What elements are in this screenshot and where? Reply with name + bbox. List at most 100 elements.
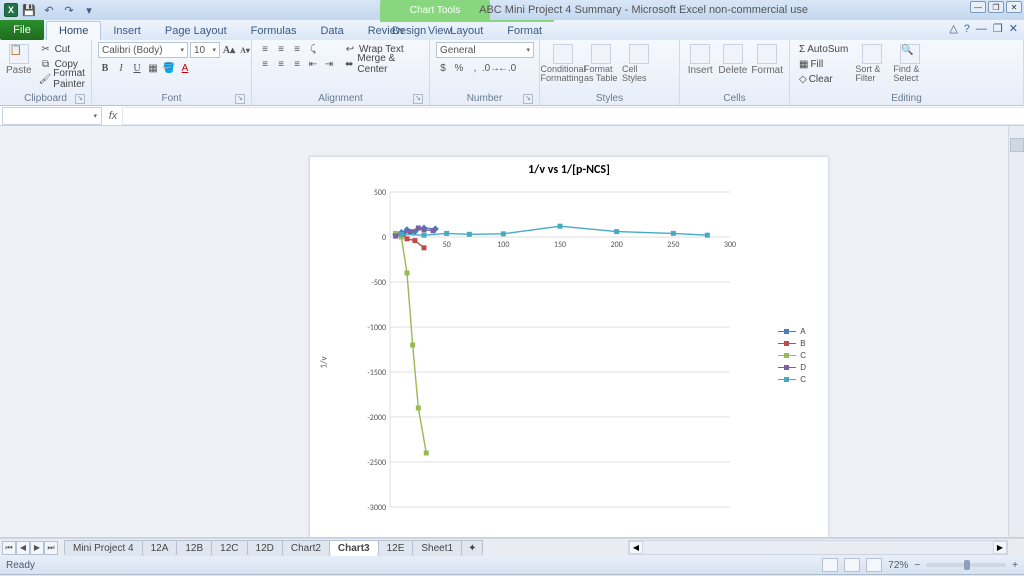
minimize-ribbon-icon[interactable]: △ [949,22,957,35]
horizontal-scrollbar[interactable]: ◀ ▶ [628,540,1008,555]
formula-input[interactable] [122,107,1024,125]
sheet-tab-chart2[interactable]: Chart2 [282,540,330,556]
number-launcher-icon[interactable]: ↘ [523,94,533,104]
chart-object[interactable]: 1/v vs 1/[p-NCS] 1/v 50100150200250300 5… [309,156,829,538]
tab-data[interactable]: Data [308,22,355,40]
align-middle-icon[interactable]: ≡ [274,42,288,56]
cell-styles-button[interactable]: Cell Styles [622,42,656,83]
window-rest2-icon[interactable]: ❐ [993,22,1003,35]
currency-icon[interactable]: $ [436,61,450,75]
orientation-icon[interactable]: ⤹ [306,42,320,56]
find-select-button[interactable]: 🔍Find & Select [893,42,927,83]
undo-icon[interactable]: ↶ [40,2,58,18]
font-name-select[interactable]: Calibri (Body)▾ [98,42,188,58]
sheet-tab-chart3[interactable]: Chart3 [329,540,379,556]
font-size-select[interactable]: 10▾ [190,42,220,58]
sheet-tab-sheet1[interactable]: Sheet1 [412,540,462,556]
insert-cells-button[interactable]: Insert [686,42,714,76]
vertical-scrollbar[interactable] [1008,126,1024,537]
fill-button[interactable]: ▦ Fill [796,57,851,71]
format-as-table-button[interactable]: Format as Table [584,42,618,83]
align-top-icon[interactable]: ≡ [258,42,272,56]
clear-button[interactable]: ◇ Clear [796,72,851,86]
scroll-left-icon[interactable]: ◀ [629,541,643,554]
qat-dropdown-icon[interactable]: ▾ [80,2,98,18]
clipboard-launcher-icon[interactable]: ↘ [75,94,85,104]
nav-next-icon[interactable]: ▶ [30,541,44,555]
grow-font-icon[interactable]: A▴ [222,43,236,57]
legend-item[interactable]: C [778,375,806,384]
sheet-tab-12c[interactable]: 12C [211,540,247,556]
name-box[interactable]: ▾ [2,107,102,125]
legend-item[interactable]: A [778,327,806,336]
tab-insert[interactable]: Insert [101,22,153,40]
minimize-button[interactable]: — [970,1,986,13]
align-left-icon[interactable]: ≡ [258,57,272,71]
tab-formulas[interactable]: Formulas [239,22,309,40]
legend-item[interactable]: B [778,339,806,348]
sheet-tab-12d[interactable]: 12D [247,540,283,556]
border-button[interactable]: ▦ [146,61,160,75]
chart-plot[interactable]: 50100150200250300 5000-500-1000-1500-200… [360,187,740,537]
zoom-in-icon[interactable]: + [1012,560,1018,571]
new-sheet-button[interactable]: ✦ [461,540,483,556]
indent-dec-icon[interactable]: ⇤ [306,57,320,71]
number-format-select[interactable]: General▾ [436,42,534,58]
view-pagebreak-icon[interactable] [866,558,882,572]
dec-decimal-icon[interactable]: ←.0 [500,61,514,75]
align-right-icon[interactable]: ≡ [290,57,304,71]
window-close2-icon[interactable]: ✕ [1009,22,1018,35]
zoom-out-icon[interactable]: − [914,560,920,571]
italic-button[interactable]: I [114,61,128,75]
font-launcher-icon[interactable]: ↘ [235,94,245,104]
zoom-slider[interactable] [926,563,1006,567]
cut-button[interactable]: ✂Cut [36,42,90,56]
zoom-value[interactable]: 72% [888,560,908,571]
inc-decimal-icon[interactable]: .0→ [484,61,498,75]
percent-icon[interactable]: % [452,61,466,75]
nav-last-icon[interactable]: ⏭ [44,541,58,555]
sheet-tab-12e[interactable]: 12E [378,540,414,556]
help-icon[interactable]: ? [964,23,970,35]
scrollbar-thumb[interactable] [1010,138,1024,152]
tab-design[interactable]: Design [380,20,438,40]
merge-center-button[interactable]: ⬌Merge & Center [340,57,423,71]
format-cells-button[interactable]: Format [751,42,783,76]
sort-filter-button[interactable]: Sort & Filter [855,42,889,83]
nav-prev-icon[interactable]: ◀ [16,541,30,555]
autosum-button[interactable]: Σ AutoSum [796,42,851,56]
scroll-right-icon[interactable]: ▶ [993,541,1007,554]
bold-button[interactable]: B [98,61,112,75]
underline-button[interactable]: U [130,61,144,75]
nav-first-icon[interactable]: ⏮ [2,541,16,555]
align-bottom-icon[interactable]: ≡ [290,42,304,56]
sheet-tab-mini-project-4[interactable]: Mini Project 4 [64,540,143,556]
format-painter-button[interactable]: 🖌Format Painter [36,72,90,86]
conditional-formatting-button[interactable]: Conditional Formatting [546,42,580,83]
zoom-thumb[interactable] [964,560,970,570]
sheet-tab-12a[interactable]: 12A [142,540,178,556]
redo-icon[interactable]: ↷ [60,2,78,18]
y-axis-label[interactable]: 1/v [319,356,330,368]
fill-color-button[interactable]: 🪣 [162,61,176,75]
shrink-font-icon[interactable]: A▾ [238,43,252,57]
alignment-launcher-icon[interactable]: ↘ [413,94,423,104]
tab-layout[interactable]: Layout [438,20,495,40]
legend-item[interactable]: D [778,363,806,372]
comma-icon[interactable]: , [468,61,482,75]
window-min2-icon[interactable]: — [976,23,987,35]
chart-title[interactable]: 1/v vs 1/[p-NCS] [310,157,828,183]
chart-legend[interactable]: ABCDC [778,327,806,387]
save-icon[interactable]: 💾 [20,2,38,18]
indent-inc-icon[interactable]: ⇥ [322,57,336,71]
legend-item[interactable]: C [778,351,806,360]
file-tab[interactable]: File [0,20,44,40]
delete-cells-button[interactable]: Delete [718,42,747,76]
tab-format[interactable]: Format [495,20,554,40]
close-button[interactable]: ✕ [1006,1,1022,13]
align-center-icon[interactable]: ≡ [274,57,288,71]
tab-home[interactable]: Home [46,21,101,40]
font-color-button[interactable]: A [178,61,192,75]
view-layout-icon[interactable] [844,558,860,572]
tab-page-layout[interactable]: Page Layout [153,22,239,40]
